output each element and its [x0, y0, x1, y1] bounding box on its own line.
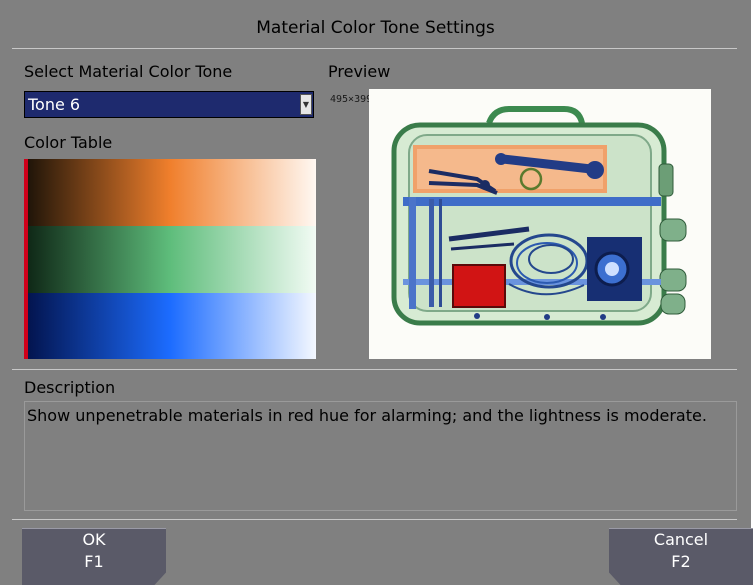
preview-resolution: 495×399 [330, 94, 373, 105]
color-table-label: Color Table [24, 133, 113, 152]
cancel-button-label: Cancel [653, 530, 709, 549]
preview-label: Preview [328, 62, 391, 81]
chevron-down-icon[interactable]: ▼ [300, 94, 312, 115]
color-band-organic [24, 159, 316, 226]
description-label: Description [24, 378, 116, 397]
tone-select-value: Tone 6 [28, 95, 81, 114]
footer-divider [12, 519, 737, 520]
xray-preview-image [369, 89, 711, 359]
ok-button-key: F1 [84, 552, 104, 571]
cancel-button[interactable]: Cancel F2 [609, 528, 753, 585]
alarm-color-strip [24, 159, 28, 359]
xray-bag-illustration [369, 89, 711, 359]
tone-select-label: Select Material Color Tone [24, 62, 233, 81]
cancel-button-key: F2 [671, 552, 691, 571]
description-divider [12, 369, 737, 370]
ok-button-label: OK [82, 530, 106, 549]
color-band-inorganic [24, 293, 316, 359]
description-box: Show unpenetrable materials in red hue f… [24, 401, 737, 511]
dialog-title: Material Color Tone Settings [256, 18, 495, 38]
title-divider [12, 48, 737, 49]
description-text: Show unpenetrable materials in red hue f… [27, 406, 707, 425]
ok-button[interactable]: OK F1 [22, 528, 166, 585]
color-table [24, 159, 316, 359]
tone-select[interactable]: Tone 6 ▼ [24, 91, 314, 118]
material-color-tone-dialog: Material Color Tone Settings Select Mate… [0, 0, 755, 585]
color-band-mixed [24, 226, 316, 293]
